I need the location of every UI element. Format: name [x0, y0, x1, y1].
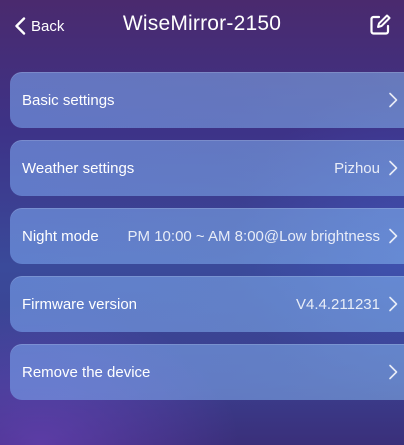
row-label: Firmware version	[22, 295, 138, 313]
row-remove-device[interactable]: Remove the device	[10, 344, 404, 400]
chevron-right-icon	[388, 228, 398, 244]
chevron-right-icon	[388, 296, 398, 312]
edit-button[interactable]	[368, 13, 392, 37]
header-bar: Back WiseMirror-2150	[0, 0, 404, 54]
device-settings-screen: Back WiseMirror-2150 Basic settings Weat…	[0, 0, 404, 445]
row-basic-settings[interactable]: Basic settings	[10, 72, 404, 128]
row-value: Pizhou	[334, 159, 380, 177]
row-label: Remove the device	[22, 363, 151, 381]
chevron-right-icon	[388, 160, 398, 176]
row-label: Basic settings	[22, 91, 115, 109]
edit-icon	[370, 14, 391, 35]
row-firmware-version[interactable]: Firmware version V4.4.211231	[10, 276, 404, 332]
settings-list: Basic settings Weather settings Pizhou N…	[10, 72, 404, 412]
chevron-right-icon	[388, 364, 398, 380]
row-value: PM 10:00 ~ AM 8:00@Low brightness	[127, 227, 380, 245]
row-weather-settings[interactable]: Weather settings Pizhou	[10, 140, 404, 196]
chevron-right-icon	[388, 92, 398, 108]
page-title: WiseMirror-2150	[122, 12, 282, 35]
row-night-mode[interactable]: Night mode PM 10:00 ~ AM 8:00@Low bright…	[10, 208, 404, 264]
row-value: V4.4.211231	[296, 295, 380, 313]
row-label: Night mode	[22, 227, 99, 245]
row-label: Weather settings	[22, 159, 135, 177]
